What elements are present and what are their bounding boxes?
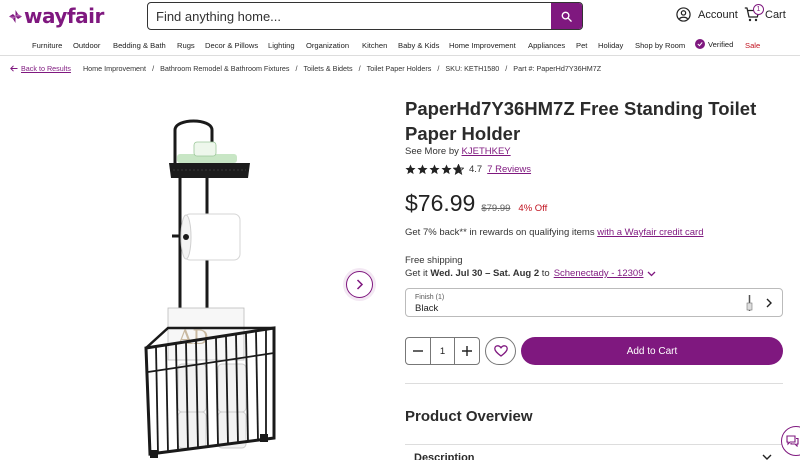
nav-item-baby-kids[interactable]: Baby & Kids [398, 41, 439, 50]
heart-icon [493, 345, 508, 357]
delivery-dates: Wed. Jul 30 – Sat. Aug 2 [430, 268, 540, 279]
breadcrumb-item[interactable]: Toilet Paper Holders [367, 64, 432, 73]
back-to-results-link[interactable]: Back to Results [10, 64, 71, 73]
nav-item-kitchen[interactable]: Kitchen [362, 41, 387, 50]
current-price: $76.99 [405, 190, 476, 216]
nav-item-verified-label: Verified [708, 39, 734, 49]
breadcrumb-separator: / [505, 64, 508, 73]
finish-value: Black [415, 303, 439, 314]
rating-summary: 4.7 7 Reviews [405, 164, 531, 175]
delivery-estimate: Get it Wed. Jul 30 – Sat. Aug 2 to Schen… [405, 268, 656, 279]
account-icon [676, 7, 691, 22]
nav-item-furniture[interactable]: Furniture [32, 41, 62, 50]
quantity-stepper: 1 [405, 337, 480, 365]
breadcrumb-part-number: Part #: PaperHd7Y36HM7Z [513, 64, 602, 73]
chevron-right-icon [766, 298, 772, 308]
add-to-cart-button[interactable]: Add to Cart [521, 337, 783, 365]
nav-item-organization[interactable]: Organization [306, 41, 349, 50]
nav-item-bedding-bath[interactable]: Bedding & Bath [113, 41, 166, 50]
breadcrumb-sku: SKU: KETH1580 [445, 64, 500, 73]
description-label: Description [414, 452, 475, 460]
logo-pinwheel-icon [9, 9, 22, 23]
nav-item-rugs[interactable]: Rugs [177, 41, 195, 50]
section-divider [405, 383, 783, 384]
finish-thumbnail [746, 295, 753, 311]
original-price: $79.99 [481, 203, 511, 214]
breadcrumb-separator: / [295, 64, 298, 73]
delivery-to: to [541, 268, 550, 279]
nav-item-outdoor[interactable]: Outdoor [73, 41, 100, 50]
decrease-quantity-button[interactable] [406, 338, 430, 364]
finish-selector[interactable]: Finish (1) Black [405, 288, 783, 317]
breadcrumb-separator: / [152, 64, 155, 73]
delivery-prefix: Get it [405, 268, 428, 279]
star-filled-icon [417, 164, 428, 175]
star-filled-icon [441, 164, 452, 175]
arrow-left-icon [10, 65, 18, 72]
discount-label: 4% Off [518, 203, 548, 214]
breadcrumb: Back to Results Home Improvement / Bathr… [10, 64, 601, 73]
product-image[interactable]: AD [138, 116, 283, 460]
plus-icon [462, 346, 473, 356]
cart-label: Cart [765, 8, 786, 21]
breadcrumb-separator: / [437, 64, 440, 73]
rating-value: 4.7 [469, 164, 483, 175]
chat-button[interactable] [781, 426, 800, 456]
star-filled-icon [429, 164, 440, 175]
rewards-message: Get 7% back** in rewards on qualifying i… [405, 227, 704, 238]
next-image-button[interactable] [346, 271, 373, 298]
product-overview-heading: Product Overview [405, 408, 533, 425]
nav-item-home-improvement[interactable]: Home Improvement [449, 41, 516, 50]
credit-card-link[interactable]: with a Wayfair credit card [597, 227, 703, 238]
price-block: $76.99 $79.99 4% Off [405, 190, 547, 217]
site-header: wayfair Account 1 Cart [0, 0, 800, 34]
search-bar [147, 2, 583, 30]
breadcrumb-item[interactable]: Home Improvement [83, 64, 146, 73]
chat-icon [785, 435, 799, 447]
see-more-by: See More by KJETHKEY [405, 146, 511, 157]
product-title: PaperHd7Y36HM7Z Free Standing Toilet Pap… [405, 98, 757, 144]
reviews-link[interactable]: 7 Reviews [487, 164, 531, 175]
quantity-value[interactable]: 1 [429, 338, 456, 364]
delivery-location-link[interactable]: Schenectady - 12309 [554, 268, 644, 279]
back-to-results-label: Back to Results [21, 64, 71, 73]
shipping-title: Free shipping [405, 255, 463, 266]
chevron-down-icon [762, 454, 772, 460]
breadcrumb-item[interactable]: Toilets & Bidets [304, 64, 353, 73]
cart-link[interactable]: 1 Cart [744, 4, 786, 22]
search-icon [561, 11, 572, 22]
category-nav: Furniture Outdoor Bedding & Bath Rugs De… [0, 35, 800, 56]
logo-text: wayfair [24, 4, 104, 28]
see-more-prefix: See More by [405, 146, 459, 157]
add-to-favorites-button[interactable] [485, 337, 516, 365]
rewards-text: Get 7% back** in rewards on qualifying i… [405, 227, 595, 238]
description-accordion[interactable]: Description [405, 444, 783, 460]
brand-link[interactable]: KJETHKEY [462, 146, 511, 157]
nav-item-holiday[interactable]: Holiday [598, 41, 623, 50]
cart-count-badge: 1 [753, 4, 764, 15]
minus-icon [412, 350, 423, 352]
star-partial-icon [453, 164, 464, 175]
increase-quantity-button[interactable] [455, 338, 479, 364]
nav-item-appliances[interactable]: Appliances [528, 41, 565, 50]
finish-label: Finish (1) [415, 294, 445, 301]
nav-item-pet[interactable]: Pet [576, 41, 587, 50]
search-button[interactable] [551, 3, 582, 29]
nav-item-shop-by-room[interactable]: Shop by Room [635, 41, 685, 50]
star-filled-icon [405, 164, 416, 175]
nav-item-lighting[interactable]: Lighting [268, 41, 295, 50]
account-label: Account [698, 8, 738, 21]
nav-item-verified[interactable]: Verified [695, 39, 733, 49]
nav-item-sale[interactable]: Sale [745, 41, 760, 50]
chevron-right-icon [356, 279, 364, 290]
chevron-down-icon[interactable] [647, 271, 656, 277]
breadcrumb-separator: / [358, 64, 361, 73]
verified-badge-icon [695, 39, 705, 49]
search-input[interactable] [148, 3, 551, 29]
breadcrumb-item[interactable]: Bathroom Remodel & Bathroom Fixtures [160, 64, 289, 73]
wayfair-logo[interactable]: wayfair [9, 4, 104, 28]
nav-item-decor-pillows[interactable]: Decor & Pillows [205, 41, 258, 50]
account-link[interactable]: Account [676, 7, 738, 22]
star-rating [405, 164, 464, 175]
